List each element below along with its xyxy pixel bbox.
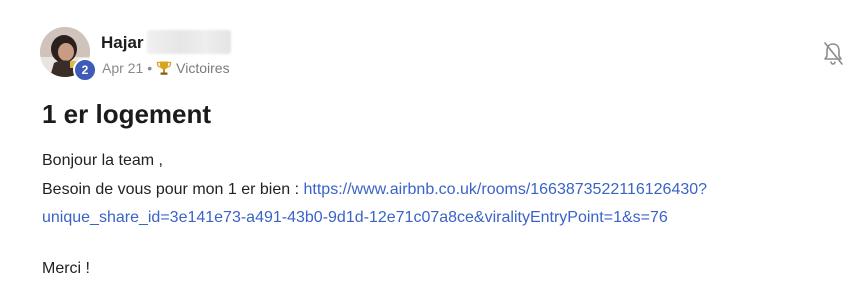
post-title: 1 er logement xyxy=(42,99,212,129)
post-link-continuation: unique_share_id=3e141e73-a491-43b0-9d1d-… xyxy=(42,209,668,227)
post-closing: Merci ! xyxy=(42,260,90,277)
airbnb-link-continued[interactable]: unique_share_id=3e141e73-a491-43b0-9d1d-… xyxy=(42,209,668,226)
bell-off-icon[interactable] xyxy=(822,41,844,67)
request-text: Besoin de vous pour mon 1 er bien : xyxy=(42,181,304,198)
redacted-name-blur xyxy=(147,30,231,54)
level-badge: 2 xyxy=(73,58,97,82)
meta-separator: • xyxy=(147,60,153,76)
post-card: 2 Hajar Apr 21 • Victoires 1 er logement… xyxy=(0,0,860,300)
airbnb-link[interactable]: https://www.airbnb.co.uk/rooms/166387352… xyxy=(304,181,708,198)
author-name[interactable]: Hajar xyxy=(101,33,144,53)
post-meta: Apr 21 • Victoires xyxy=(102,60,230,76)
author-avatar[interactable]: 2 xyxy=(40,27,97,82)
post-category[interactable]: Victoires xyxy=(176,60,229,76)
post-date: Apr 21 xyxy=(102,60,144,76)
post-greeting: Bonjour la team , xyxy=(42,152,163,169)
post-request-line: Besoin de vous pour mon 1 er bien : http… xyxy=(42,181,707,199)
trophy-icon xyxy=(156,60,172,76)
